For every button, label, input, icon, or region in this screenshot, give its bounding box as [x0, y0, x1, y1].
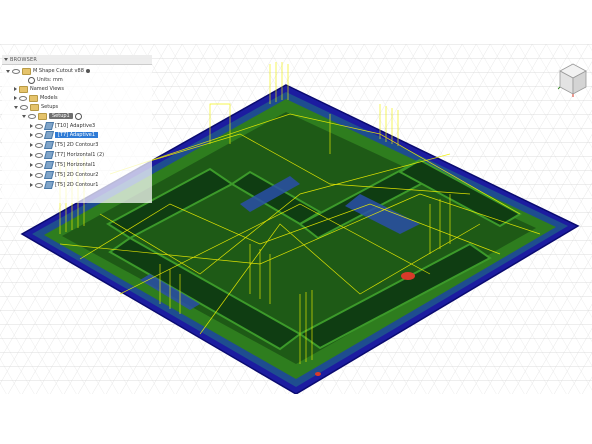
expand-arrow-icon[interactable] — [14, 105, 18, 109]
expand-arrow-icon[interactable] — [30, 133, 33, 137]
toolpath-op-icon — [43, 181, 55, 189]
operation-label: [T5] 2D Contour3 — [55, 142, 99, 148]
eye-icon[interactable] — [12, 68, 20, 74]
gear-icon[interactable] — [74, 112, 82, 120]
expand-arrow-icon[interactable] — [14, 96, 17, 100]
units-label: Units: mm — [37, 77, 63, 83]
viewcube-icon[interactable] — [557, 62, 588, 98]
expand-arrow-icon[interactable] — [30, 173, 33, 177]
folder-icon — [19, 85, 28, 93]
toolpath-op-icon — [43, 161, 55, 169]
expand-arrow-icon[interactable] — [30, 124, 33, 128]
operation-label: [T7] Horizontal1 (2) — [55, 152, 105, 158]
operation-label: [T5] Horizontal1 — [55, 162, 96, 168]
expand-arrow-icon[interactable] — [6, 69, 10, 73]
folder-icon — [30, 103, 39, 111]
operation-row-selected[interactable]: [T7] Adaptive1 — [30, 131, 99, 139]
viewcube[interactable] — [557, 62, 588, 102]
eye-icon[interactable] — [35, 162, 43, 168]
browser-title: BROWSER — [10, 56, 37, 63]
eye-icon[interactable] — [35, 123, 43, 129]
stock-marker-small — [315, 372, 321, 376]
operation-label: [T7] Adaptive1 — [55, 132, 99, 138]
models-label: Models — [40, 95, 58, 101]
collapse-arrow-icon[interactable] — [4, 58, 8, 61]
toolpath-op-icon — [43, 141, 55, 149]
eye-icon[interactable] — [35, 182, 43, 188]
folder-icon — [29, 94, 38, 102]
operation-row[interactable]: [T5] 2D Contour1 — [30, 181, 99, 189]
toolpath-op-icon — [43, 131, 55, 139]
tree-named-views[interactable]: Named Views — [14, 85, 64, 93]
toolpath-op-icon — [43, 122, 55, 130]
operation-row[interactable]: [T5] Horizontal1 — [30, 161, 95, 169]
pin-icon[interactable] — [85, 69, 90, 73]
operation-label: [T10] Adaptive3 — [55, 123, 96, 129]
gear-icon — [28, 76, 35, 84]
expand-arrow-icon[interactable] — [30, 183, 33, 187]
operation-row[interactable]: [T7] Horizontal1 (2) — [30, 151, 104, 159]
named-views-label: Named Views — [30, 86, 64, 92]
expand-arrow-icon[interactable] — [22, 114, 26, 118]
operation-label: [T5] 2D Contour2 — [55, 172, 99, 178]
operation-row[interactable]: [T5] 2D Contour2 — [30, 171, 99, 179]
operation-row[interactable]: [T10] Adaptive3 — [30, 122, 95, 130]
document-name: M Shape Cutout v88 — [33, 68, 84, 74]
toolpath-op-icon — [43, 171, 55, 179]
folder-icon — [22, 67, 31, 75]
toolpath-op-icon — [43, 151, 55, 159]
tree-setup1[interactable]: Setup1 — [22, 112, 82, 120]
expand-arrow-icon[interactable] — [30, 153, 33, 157]
browser-header[interactable]: BROWSER — [2, 55, 152, 65]
eye-icon[interactable] — [28, 113, 36, 119]
eye-icon[interactable] — [20, 104, 28, 110]
eye-icon[interactable] — [35, 142, 43, 148]
eye-icon[interactable] — [35, 152, 43, 158]
eye-icon[interactable] — [19, 95, 27, 101]
expand-arrow-icon[interactable] — [30, 143, 33, 147]
eye-icon[interactable] — [35, 132, 43, 138]
tree-setups[interactable]: Setups — [14, 103, 58, 111]
tree-units[interactable]: Units: mm — [28, 76, 63, 84]
stock-marker — [401, 272, 415, 280]
setup-icon — [38, 112, 47, 120]
setup-label: Setup1 — [49, 113, 73, 119]
eye-icon[interactable] — [35, 172, 43, 178]
operation-label: [T5] 2D Contour1 — [55, 182, 99, 188]
browser-panel: BROWSER M Shape Cutout v88 Units: mm Nam… — [2, 55, 152, 203]
tree-models[interactable]: Models — [14, 94, 58, 102]
tree-document[interactable]: M Shape Cutout v88 — [6, 67, 90, 75]
expand-arrow-icon[interactable] — [14, 87, 17, 91]
expand-arrow-icon[interactable] — [30, 163, 33, 167]
setups-label: Setups — [41, 104, 59, 110]
operation-row[interactable]: [T5] 2D Contour3 — [30, 141, 99, 149]
